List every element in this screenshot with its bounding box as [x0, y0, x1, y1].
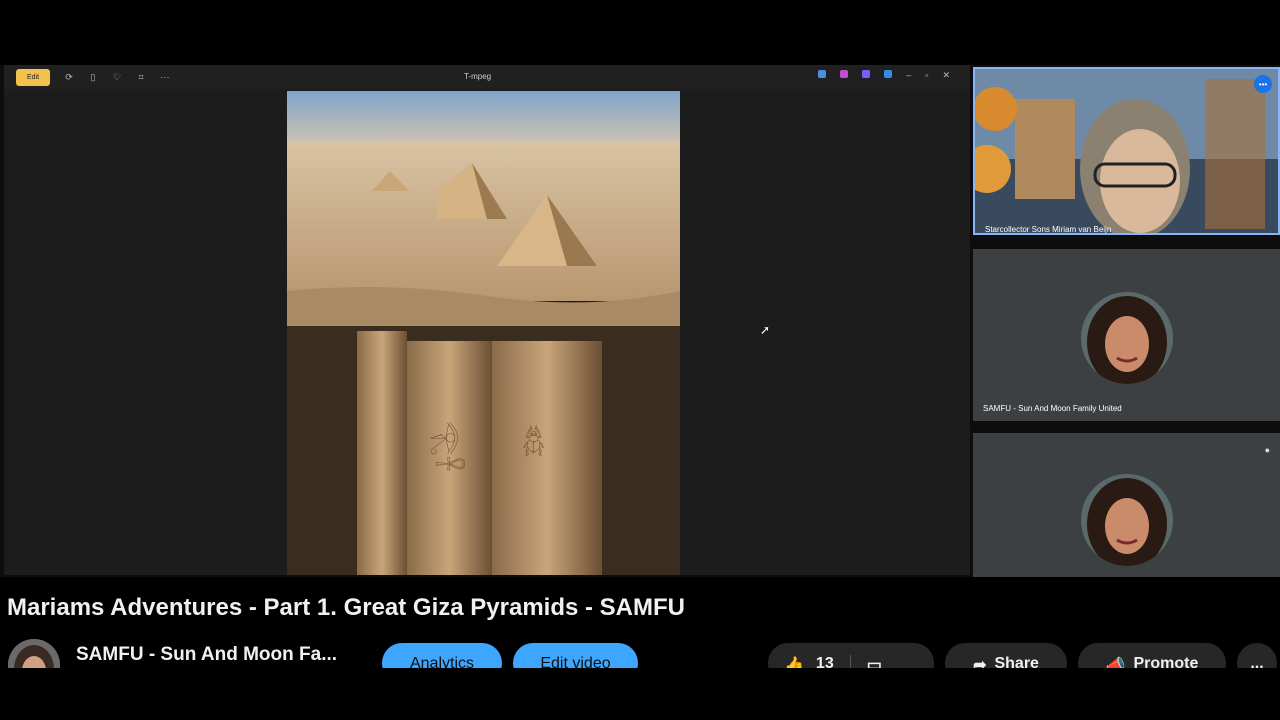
app-icon-1[interactable]: [818, 70, 827, 78]
edit-video-button[interactable]: Edit video: [513, 643, 638, 668]
svg-text:𓆣: 𓆣: [522, 425, 545, 458]
channel-avatar[interactable]: [8, 639, 60, 668]
more-icon[interactable]: ···: [160, 72, 170, 82]
participant-video: [975, 69, 1278, 233]
photo-viewer-window: Edit ⟳ ▯ ♡ ⌗ ··· T-mpeg – ▫ ✕ 𓂀𓋹 𓆣 ➚: [4, 65, 970, 575]
mic-off-icon: ●: [1264, 445, 1270, 455]
share-label: Share: [994, 655, 1039, 668]
dislike-icon[interactable]: ▭: [867, 655, 882, 668]
app-icon-3[interactable]: [862, 70, 871, 78]
participant-tile-2[interactable]: SAMFU - Sun And Moon Family United: [973, 249, 1280, 421]
promote-button[interactable]: 📣 Promote: [1078, 643, 1226, 668]
delete-icon[interactable]: ▯: [88, 72, 98, 82]
channel-row: SAMFU - Sun And Moon Fa... Analytics Edi…: [0, 635, 1280, 668]
analytics-button[interactable]: Analytics: [382, 643, 502, 668]
like-dislike-group: 👍 13 ▭: [768, 643, 934, 668]
avatar: [1081, 292, 1173, 384]
avatar: [1081, 474, 1173, 566]
edit-button[interactable]: Edit: [16, 68, 50, 86]
participant-tile-1[interactable]: ••• Starcollector Sons Miriam van Beijn: [973, 67, 1280, 235]
divider: [849, 655, 851, 668]
crop-icon[interactable]: ⌗: [136, 72, 146, 82]
participant-name: SAMFU - Sun And Moon Family United: [983, 404, 1122, 413]
channel-name[interactable]: SAMFU - Sun And Moon Fa...: [76, 644, 337, 666]
share-button[interactable]: ➦ Share: [945, 643, 1067, 668]
more-actions-button[interactable]: ...: [1237, 643, 1277, 668]
video-title: Mariams Adventures - Part 1. Great Giza …: [7, 594, 685, 621]
svg-text:𓂀𓋹: 𓂀𓋹: [430, 421, 465, 472]
like-icon[interactable]: 👍: [784, 655, 804, 668]
app-icon-2[interactable]: [840, 70, 849, 78]
close-icon[interactable]: ✕: [942, 70, 950, 81]
window-title: T-mpeg: [464, 72, 492, 81]
minimize-icon[interactable]: –: [906, 70, 911, 81]
more-options-badge[interactable]: •••: [1254, 75, 1272, 93]
promote-label: Promote: [1133, 655, 1199, 668]
promote-icon: 📣: [1105, 657, 1126, 668]
pyramid-image: 𓂀𓋹 𓆣: [287, 91, 680, 575]
photo-viewer-toolbar: Edit ⟳ ▯ ♡ ⌗ ··· T-mpeg – ▫ ✕: [4, 65, 970, 89]
participant-name: Starcollector Sons Miriam van Beijn: [985, 225, 1112, 234]
participant-tile-3[interactable]: ●: [973, 433, 1280, 577]
mouse-cursor-icon: ➚: [760, 323, 771, 337]
rotate-icon[interactable]: ⟳: [64, 72, 74, 82]
share-icon: ➦: [973, 657, 987, 668]
letterbox-bottom: [0, 668, 1280, 720]
like-count: 13: [815, 655, 834, 668]
heart-icon[interactable]: ♡: [112, 72, 122, 82]
video-player[interactable]: Edit ⟳ ▯ ♡ ⌗ ··· T-mpeg – ▫ ✕ 𓂀𓋹 𓆣 ➚ •••…: [0, 65, 1280, 577]
onedrive-icon[interactable]: [884, 70, 893, 78]
maximize-icon[interactable]: ▫: [925, 70, 928, 81]
